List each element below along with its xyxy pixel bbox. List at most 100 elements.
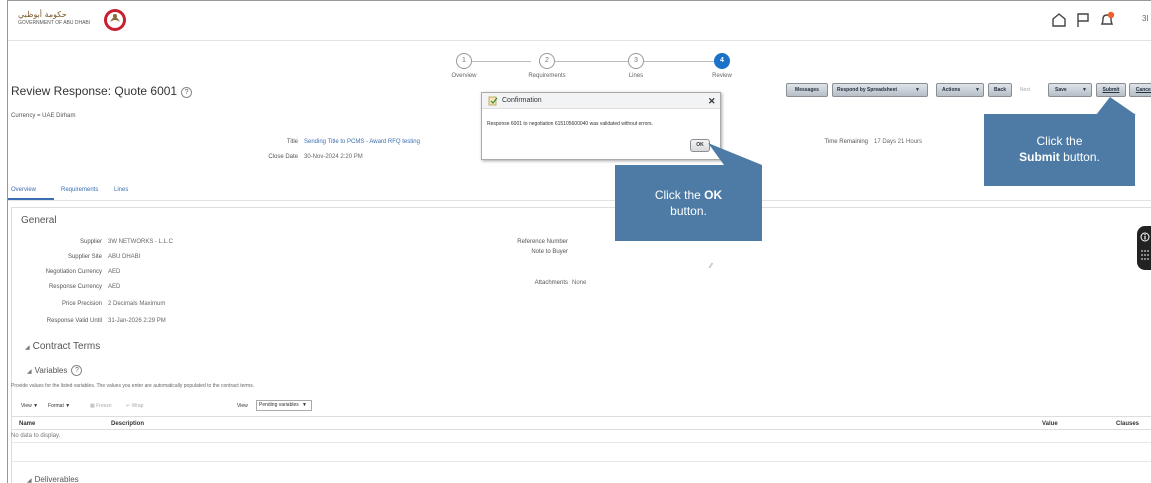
close-icon[interactable]: ✕ [708,96,716,107]
deliverables-heading[interactable]: ◢ Deliverables [27,475,79,483]
response-currency-label: Response Currency [48,284,102,290]
collapse-triangle-icon: ◢ [27,369,32,375]
view-menu[interactable]: View ▼ [21,403,38,409]
time-remaining-label: Time Remaining [824,139,868,145]
variables-heading[interactable]: ◢ Variables? [27,365,83,376]
logo-english-text: GOVERNMENT OF ABU DHABI [18,20,91,26]
notifications-bell-icon[interactable] [1098,11,1116,29]
help-icon[interactable]: ? [181,87,193,98]
close-date-label: Close Date [268,154,298,160]
freeze-button[interactable]: ▦ Freeze [90,403,112,409]
government-logo-text: حكومة أبوظبي GOVERNMENT OF ABU DHABI [18,11,106,27]
train-label-overview: Overview [451,73,477,79]
format-menu[interactable]: Format ▼ [48,403,70,409]
view-select-label: View [237,403,248,409]
wrap-button[interactable]: ↵ Wrap [126,403,143,409]
supplier-label: Supplier [79,239,102,245]
supplier-site-value: ABU DHABI [108,254,141,260]
save-button[interactable]: Save ▼ [1048,83,1092,97]
variables-instructions: Provide values for the listed variables.… [11,383,255,389]
collapse-triangle-icon: ◢ [25,345,30,351]
respond-by-spreadsheet-button[interactable]: Respond by Spreadsheet ▼ [832,83,928,97]
freeze-label: Freeze [96,403,112,409]
no-data-message: No data to display. [11,433,61,439]
callout-submit-bold: Submit [1019,150,1060,164]
price-precision-label: Price Precision [61,301,102,307]
column-description[interactable]: Description [111,421,144,427]
train-stop-requirements[interactable]: 2 [539,53,555,69]
time-remaining-value: 17 Days 21 Hours [874,139,923,145]
contract-terms-heading[interactable]: ◢ Contract Terms [25,341,100,352]
next-button[interactable]: Next [1014,83,1036,97]
callout-click-ok: Click the OK button. [615,165,762,241]
actions-label: Actions [942,87,961,93]
train-stop-overview[interactable]: 1 [456,53,472,69]
response-valid-until-label: Response Valid Until [46,318,102,324]
ok-button[interactable]: OK [690,139,710,152]
reference-number-label: Reference Number [517,239,568,245]
callout-submit-suffix: button. [1059,150,1100,164]
column-clauses[interactable]: Clauses [1116,421,1139,427]
collapse-triangle-icon: ◢ [27,478,32,483]
price-precision-value: 2 Decimals Maximum [108,301,166,307]
supplier-value: 3W NETWORKS - L.L.C [108,239,174,245]
confirmation-icon [488,96,498,106]
attachments-label: Attachments [534,280,568,286]
browser-page: حكومة أبوظبي GOVERNMENT OF ABU DHABI 3I … [7,0,1151,483]
general-heading: General [21,215,57,226]
save-label: Save [1055,87,1067,93]
tab-overview[interactable]: Overview [11,187,36,193]
actions-button[interactable]: Actions ▼ [936,83,984,97]
tabs-divider [8,200,1151,201]
variables-heading-text: Variables [34,366,68,375]
column-name[interactable]: Name [19,421,35,427]
back-button[interactable]: Back [988,83,1012,97]
logo-arabic-text: حكومة أبوظبي [18,10,67,19]
attachments-value: None [572,280,587,286]
page-title: Review Response: Quote 6001? [11,84,193,98]
home-icon[interactable] [1050,11,1068,29]
response-valid-until-value: 31-Jan-2026 2:29 PM [108,318,166,324]
negotiation-currency-label: Negotiation Currency [45,269,102,275]
chevron-down-icon: ▼ [915,87,920,93]
table-divider [11,442,1151,443]
deliverables-heading-text: Deliverables [34,475,79,483]
confirmation-dialog: Confirmation ✕ Response 6001 to negotiat… [481,92,721,160]
dialog-message: Response 6001 to negotiation 61510560004… [487,121,653,127]
info-icon [1140,232,1150,242]
callout-ok-prefix: Click the [654,188,705,202]
currency-note: Currency = UAE Dirham [11,113,76,119]
help-icon[interactable]: ? [71,365,83,376]
resize-handle-icon[interactable]: ⁄⁄ [710,263,712,270]
abu-dhabi-emblem-icon [104,9,126,31]
title-value-link[interactable]: Sending Title to PCMS - Award RFQ testin… [304,139,420,145]
app-header: حكومة أبوظبي GOVERNMENT OF ABU DHABI 3I [8,1,1151,41]
help-widget[interactable] [1137,226,1151,270]
page-title-text: Review Response: Quote 6001 [11,84,178,98]
column-value[interactable]: Value [1042,421,1058,427]
messages-button[interactable]: Messages [786,83,828,97]
callout-submit-prefix: Click the [1036,134,1083,148]
submit-button[interactable]: Submit [1096,83,1126,97]
response-currency-value: AED [108,284,121,290]
table-divider [11,461,1151,462]
callout-pointer-ok [708,143,762,165]
view-select[interactable]: Pending variables ▼ [256,400,312,411]
variables-table-header: Name Description Value Clauses [11,416,1151,430]
dialog-header: Confirmation ✕ [482,93,720,109]
callout-ok-suffix: button. [670,204,707,218]
user-menu[interactable]: 3I [1142,14,1149,23]
cancel-button[interactable]: Cancel [1129,83,1151,97]
train-stop-review[interactable]: 4 [714,53,730,69]
flag-icon[interactable] [1074,11,1092,29]
train-label-requirements: Requirements [528,73,566,79]
callout-ok-bold: OK [704,188,723,202]
train-connector [471,61,531,62]
callout-pointer-submit [1096,97,1136,115]
train-stop-lines[interactable]: 3 [628,53,644,69]
train-connector [555,61,628,62]
dialog-title: Confirmation [502,97,542,104]
tab-requirements[interactable]: Requirements [61,187,98,193]
train-connector [644,61,714,62]
tab-lines[interactable]: Lines [114,187,128,193]
